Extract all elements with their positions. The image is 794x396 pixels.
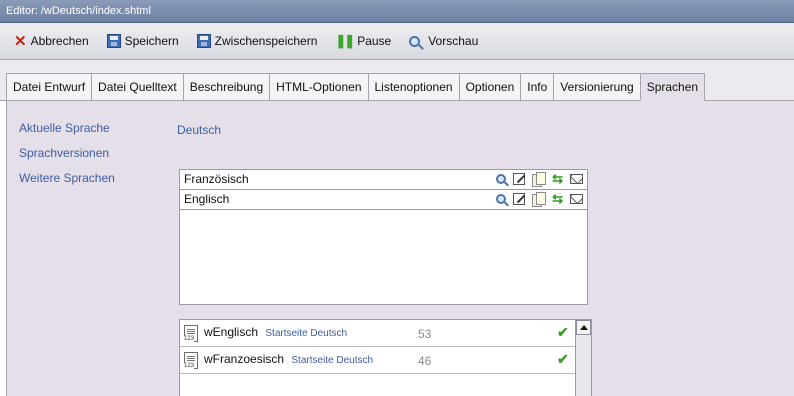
pause-icon: ❚❚ [335, 33, 355, 48]
scrollbar[interactable] [575, 320, 591, 396]
pause-button[interactable]: ❚❚ Pause [329, 29, 397, 53]
cancel-button[interactable]: ✕ Abbrechen [8, 29, 95, 53]
preview-button[interactable]: Vorschau [403, 29, 484, 53]
cancel-label: Abbrechen [30, 34, 89, 48]
copy-icon[interactable] [532, 172, 547, 187]
window-title: Editor: /wDeutsch/index.shtml [0, 0, 794, 23]
tempsave-button[interactable]: Zwischenspeichern [191, 29, 324, 53]
tab-html-optionen[interactable]: HTML-Optionen [269, 73, 368, 101]
tab-optionen[interactable]: Optionen [458, 73, 521, 101]
language-pages-list: wEnglisch Startseite Deutsch 53 ✔ wFranz… [179, 319, 592, 396]
page-name: wEnglisch [204, 325, 259, 339]
language-name: Französisch [184, 172, 249, 186]
tab-datei-entwurf[interactable]: Datei Entwurf [6, 73, 92, 101]
save-icon [106, 34, 121, 48]
copy-icon[interactable] [532, 192, 547, 207]
current-language-label: Aktuelle Sprache [19, 121, 110, 135]
search-icon [409, 35, 421, 47]
preview-label: Vorschau [428, 34, 479, 48]
tempsave-label: Zwischenspeichern [214, 34, 318, 48]
save-button[interactable]: Speichern [101, 29, 185, 53]
more-languages-label: Weitere Sprachen [19, 171, 115, 185]
search-icon[interactable] [496, 174, 507, 184]
page-count: 46 [418, 354, 432, 368]
language-list: Französisch ⇆ Englisch ⇆ [179, 169, 588, 305]
list-item[interactable]: Französisch ⇆ [180, 170, 587, 190]
page-subtitle: Startseite Deutsch [265, 328, 348, 339]
mail-icon[interactable] [570, 174, 583, 184]
page-count: 53 [418, 327, 432, 341]
tab-bar: Datei Entwurf Datei Quelltext Beschreibu… [0, 60, 794, 101]
languages-panel: Aktuelle Sprache Deutsch Sprachversionen… [6, 101, 794, 396]
check-icon: ✔ [557, 351, 569, 367]
language-name: Englisch [184, 192, 230, 206]
check-icon: ✔ [557, 324, 569, 340]
sync-icon[interactable]: ⇆ [552, 192, 563, 205]
document-icon [184, 352, 198, 369]
search-icon[interactable] [496, 194, 507, 204]
tab-versionierung[interactable]: Versionierung [553, 73, 640, 101]
sync-icon[interactable]: ⇆ [552, 172, 563, 185]
current-language-value: Deutsch [177, 123, 222, 137]
tab-info[interactable]: Info [520, 73, 554, 101]
scroll-up-arrow-icon[interactable] [576, 320, 591, 335]
edit-icon[interactable] [513, 173, 526, 185]
tab-datei-quelltext[interactable]: Datei Quelltext [91, 73, 183, 101]
tab-beschreibung[interactable]: Beschreibung [182, 73, 270, 101]
tab-sprachen[interactable]: Sprachen [639, 73, 706, 101]
page-subtitle: Startseite Deutsch [291, 355, 374, 366]
page-name: wFranzoesisch [204, 352, 285, 366]
table-row[interactable]: wEnglisch Startseite Deutsch 53 ✔ [180, 320, 575, 347]
list-item[interactable]: Englisch ⇆ [180, 190, 587, 210]
pause-label: Pause [357, 34, 392, 48]
language-versions-label: Sprachversionen [19, 146, 110, 160]
document-icon [184, 325, 198, 342]
mail-icon[interactable] [570, 194, 583, 204]
save-label: Speichern [124, 34, 179, 48]
toolbar: ✕ Abbrechen Speichern Zwischenspeichern … [0, 23, 794, 60]
close-icon: ✕ [14, 32, 27, 50]
save-icon [196, 34, 211, 48]
table-row[interactable]: wFranzoesisch Startseite Deutsch 46 ✔ [180, 347, 575, 374]
edit-icon[interactable] [513, 193, 526, 205]
tab-listenoptionen[interactable]: Listenoptionen [367, 73, 459, 101]
